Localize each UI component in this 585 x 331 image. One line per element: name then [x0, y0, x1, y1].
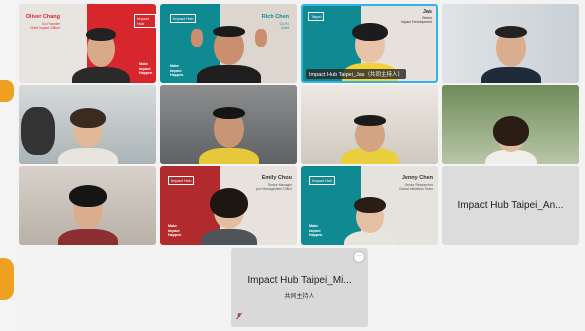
- brand-box: Taipei: [308, 12, 325, 21]
- name-card-name: Jenny Chen: [401, 175, 433, 181]
- participant-name-label: Impact Hub Taipei_Jas（共同主持人）: [306, 69, 407, 79]
- participant-name: Impact Hub Taipei_Mi...: [247, 275, 352, 286]
- brand-box: Impact Hub: [309, 176, 336, 185]
- video-tile-participant-7[interactable]: [301, 85, 438, 164]
- video-gallery: Impact Hub Oliver Chang Co-Founder Chief…: [15, 0, 585, 331]
- chair-back: [21, 107, 55, 155]
- video-tile-participant-6[interactable]: [160, 85, 297, 164]
- participant-name: Impact Hub Taipei_An...: [457, 200, 564, 211]
- participant-video: [66, 19, 136, 83]
- name-card-title: Co-Founder Chief Impact Officer: [30, 22, 60, 30]
- mic-muted-icon: [235, 307, 243, 325]
- participant-video: [197, 179, 261, 245]
- participant-video: [53, 177, 123, 245]
- video-tile-impact-hub-taipei-mi-cohost[interactable]: ··· Impact Hub Taipei_Mi... 共同主持人: [231, 248, 368, 327]
- video-tile-emily-chou[interactable]: Impact Hub Make Impact Happen. Emily Chou …: [160, 166, 297, 245]
- name-card-name: Jas: [422, 9, 432, 15]
- video-tile-participant-4[interactable]: [442, 4, 579, 83]
- name-card-name: Emily Chou: [261, 175, 292, 181]
- name-card-name: Oliver Chang: [25, 14, 60, 20]
- brand-box: Impact Hub: [134, 14, 156, 28]
- brand-tagline: Make Impact Happen.: [168, 224, 183, 237]
- participant-video: [53, 98, 123, 164]
- participant-video: [337, 98, 403, 164]
- side-accent-bottom: [0, 258, 14, 300]
- featured-participant: Impact Hub Taipei_Mi... 共同主持人: [231, 248, 368, 327]
- participant-role: 共同主持人: [284, 294, 315, 300]
- side-accent-top: [0, 80, 14, 102]
- participant-video: [476, 17, 546, 83]
- video-tile-participant-9[interactable]: [19, 166, 156, 245]
- participant-video: [194, 98, 264, 164]
- video-tile-jenny-chen[interactable]: Impact Hub Make Impact Happen. Jenny Chen …: [301, 166, 438, 245]
- participant-video: [481, 104, 541, 164]
- participant-video: [189, 15, 269, 83]
- video-tile-participant-5[interactable]: [19, 85, 156, 164]
- video-tile-impact-hub-taipei-an[interactable]: Impact Hub Taipei_An...: [442, 166, 579, 245]
- brand-tagline: Make Impact Happen.: [139, 62, 154, 75]
- brand-tagline: Make Impact Happen.: [309, 224, 324, 237]
- video-tile-rich-chen[interactable]: Impact Hub Make Impact Happen. Rich Chen C…: [160, 4, 297, 83]
- name-card-title: Senior Impact Development: [400, 16, 432, 24]
- video-tile-participant-8[interactable]: [442, 85, 579, 164]
- brand-box: Impact Hub: [168, 176, 195, 185]
- participant-video: [340, 185, 400, 245]
- name-card-title: Senior Manager ject Management Office: [256, 183, 292, 191]
- video-tile-jas-active-speaker[interactable]: Taipei Jas Senior Impact Development Imp…: [301, 4, 438, 83]
- name-card-title: Co-Fo Chief: [279, 22, 289, 30]
- brand-tagline: Make Impact Happen.: [170, 64, 185, 77]
- name-card-title: Senior Researcher Global Initiatives Tea…: [398, 183, 433, 191]
- video-tile-oliver-chang[interactable]: Impact Hub Oliver Chang Co-Founder Chief…: [19, 4, 156, 83]
